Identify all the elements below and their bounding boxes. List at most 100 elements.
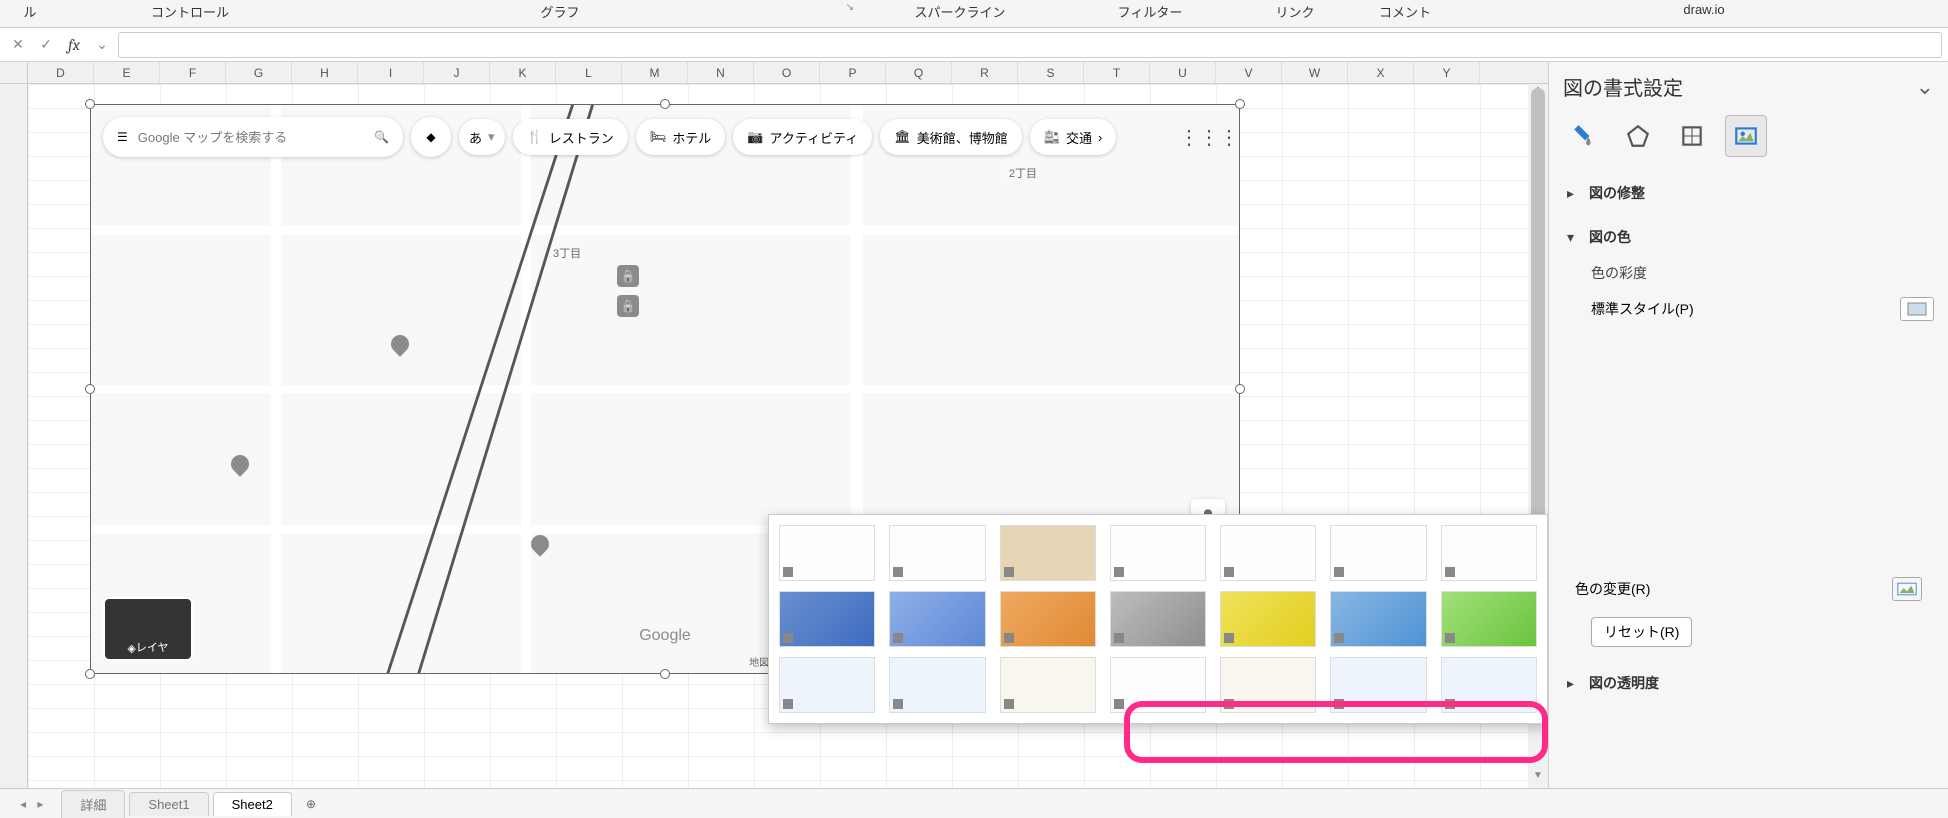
insert-function-button[interactable]: fx xyxy=(62,33,86,57)
resize-handle[interactable] xyxy=(660,99,670,109)
col-header[interactable]: J xyxy=(424,62,490,83)
recolor-option[interactable] xyxy=(779,591,875,647)
recolor-option[interactable] xyxy=(1441,525,1537,581)
preset-style-dropdown[interactable] xyxy=(1900,297,1934,321)
scroll-down-icon[interactable]: ▼ xyxy=(1528,770,1548,788)
col-header[interactable]: U xyxy=(1150,62,1216,83)
map-search-input[interactable] xyxy=(138,130,364,145)
pane-category-tabs xyxy=(1563,109,1934,167)
recolor-option[interactable] xyxy=(1110,591,1206,647)
col-header[interactable]: G xyxy=(226,62,292,83)
col-header[interactable]: M xyxy=(622,62,688,83)
directions-button[interactable]: ◆ xyxy=(411,117,451,157)
menu-icon[interactable]: ☰ xyxy=(117,130,128,144)
column-headers: D E F G H I J K L M N O P Q R S T U V W … xyxy=(0,62,1548,84)
recolor-option[interactable] xyxy=(889,525,985,581)
picture-corrections-section[interactable]: ▸ 図の修整 xyxy=(1563,175,1934,211)
recolor-button[interactable]: 色の変更(R) xyxy=(1563,569,1934,609)
map-layers-button[interactable]: ◈ レイヤ xyxy=(103,597,193,661)
resize-handle[interactable] xyxy=(1235,384,1245,394)
map-chip-transit[interactable]: 🚉 交通 › xyxy=(1030,119,1117,155)
size-tab[interactable] xyxy=(1671,115,1713,157)
spreadsheet-grid[interactable]: D E F G H I J K L M N O P Q R S T U V W … xyxy=(0,62,1548,788)
resize-handle[interactable] xyxy=(85,384,95,394)
formula-confirm-button[interactable]: ✓ xyxy=(34,33,58,57)
fill-line-tab[interactable] xyxy=(1563,115,1605,157)
recolor-option[interactable] xyxy=(889,657,985,713)
scroll-thumb[interactable] xyxy=(1531,88,1545,548)
recolor-option[interactable] xyxy=(1441,657,1537,713)
row-headers[interactable] xyxy=(0,84,28,788)
format-picture-pane: 図の書式設定 ⌄ ▸ 図の修整 ▾ 図の色 色の彩度 xyxy=(1548,62,1948,788)
reset-button[interactable]: リセット(R) xyxy=(1591,617,1692,647)
recolor-option[interactable] xyxy=(1441,591,1537,647)
col-header[interactable]: E xyxy=(94,62,160,83)
recolor-option[interactable] xyxy=(779,657,875,713)
col-header[interactable]: I xyxy=(358,62,424,83)
sheet-tab-active[interactable]: Sheet2 xyxy=(213,792,292,816)
formula-input[interactable] xyxy=(118,32,1942,58)
col-header[interactable]: H xyxy=(292,62,358,83)
preset-style-label: 標準スタイル(P) xyxy=(1591,299,1694,319)
col-header[interactable]: L xyxy=(556,62,622,83)
ribbon-group-controls: コントロール xyxy=(60,2,320,21)
resize-handle[interactable] xyxy=(1235,99,1245,109)
recolor-option[interactable] xyxy=(1220,657,1316,713)
col-header[interactable]: F xyxy=(160,62,226,83)
recolor-option[interactable] xyxy=(1330,525,1426,581)
col-header[interactable]: T xyxy=(1084,62,1150,83)
col-header[interactable]: V xyxy=(1216,62,1282,83)
collapse-pane-icon[interactable]: ⌄ xyxy=(1916,74,1934,100)
col-header[interactable]: O xyxy=(754,62,820,83)
map-chip-hotel[interactable]: 🛏 ホテル xyxy=(636,119,726,155)
sheet-tab[interactable]: 詳細 xyxy=(61,790,125,818)
resize-handle[interactable] xyxy=(85,669,95,679)
ribbon-group-filters: フィルター xyxy=(1060,2,1240,21)
recolor-option[interactable] xyxy=(1330,591,1426,647)
recolor-gallery-popup[interactable] xyxy=(768,514,1548,724)
recolor-option[interactable] xyxy=(1000,525,1096,581)
resize-handle[interactable] xyxy=(85,99,95,109)
recolor-option[interactable] xyxy=(1220,525,1316,581)
picture-transparency-section[interactable]: ▸ 図の透明度 xyxy=(1563,665,1934,701)
col-header[interactable]: X xyxy=(1348,62,1414,83)
recolor-option[interactable] xyxy=(1110,657,1206,713)
language-toggle[interactable]: あ ▾ xyxy=(459,119,505,155)
dialog-launcher-icon[interactable]: ↘ xyxy=(800,2,860,13)
recolor-option[interactable] xyxy=(1000,591,1096,647)
map-pin-icon xyxy=(387,331,412,356)
recolor-option[interactable] xyxy=(1220,591,1316,647)
formula-cancel-button[interactable]: ✕ xyxy=(6,33,30,57)
col-header[interactable]: K xyxy=(490,62,556,83)
search-icon[interactable]: 🔍 xyxy=(374,130,389,144)
map-chip-activity[interactable]: 📷 アクティビティ xyxy=(733,119,872,155)
sheet-nav-buttons[interactable]: ◂ ▸ xyxy=(10,797,57,811)
col-header[interactable]: Y xyxy=(1414,62,1480,83)
add-sheet-button[interactable]: ⊕ xyxy=(296,793,326,815)
recolor-option[interactable] xyxy=(1000,657,1096,713)
formula-expand-icon[interactable]: ⌄ xyxy=(90,33,114,57)
picture-color-section[interactable]: ▾ 図の色 xyxy=(1563,219,1934,255)
col-header[interactable]: Q xyxy=(886,62,952,83)
col-header[interactable]: N xyxy=(688,62,754,83)
col-header[interactable]: W xyxy=(1282,62,1348,83)
map-chip-restaurant[interactable]: 🍴 レストラン xyxy=(513,119,628,155)
resize-handle[interactable] xyxy=(660,669,670,679)
select-all-corner[interactable] xyxy=(0,62,28,83)
effects-tab[interactable] xyxy=(1617,115,1659,157)
col-header[interactable]: D xyxy=(28,62,94,83)
recolor-option[interactable] xyxy=(1110,525,1206,581)
apps-grid-icon[interactable]: ⋮⋮⋮ xyxy=(1191,119,1227,155)
recolor-option[interactable] xyxy=(1330,657,1426,713)
recolor-option[interactable] xyxy=(889,591,985,647)
col-header[interactable]: S xyxy=(1018,62,1084,83)
chevron-right-icon: ▸ xyxy=(1567,675,1581,692)
sheet-tab[interactable]: Sheet1 xyxy=(129,792,208,816)
picture-tab[interactable] xyxy=(1725,115,1767,157)
col-header[interactable]: P xyxy=(820,62,886,83)
recolor-option[interactable] xyxy=(779,525,875,581)
map-chip-museum[interactable]: 🏛 美術館、博物館 xyxy=(880,119,1022,155)
col-header[interactable]: R xyxy=(952,62,1018,83)
map-search-box[interactable]: ☰ 🔍 xyxy=(103,117,403,157)
recolor-label: 色の変更(R) xyxy=(1575,579,1650,599)
